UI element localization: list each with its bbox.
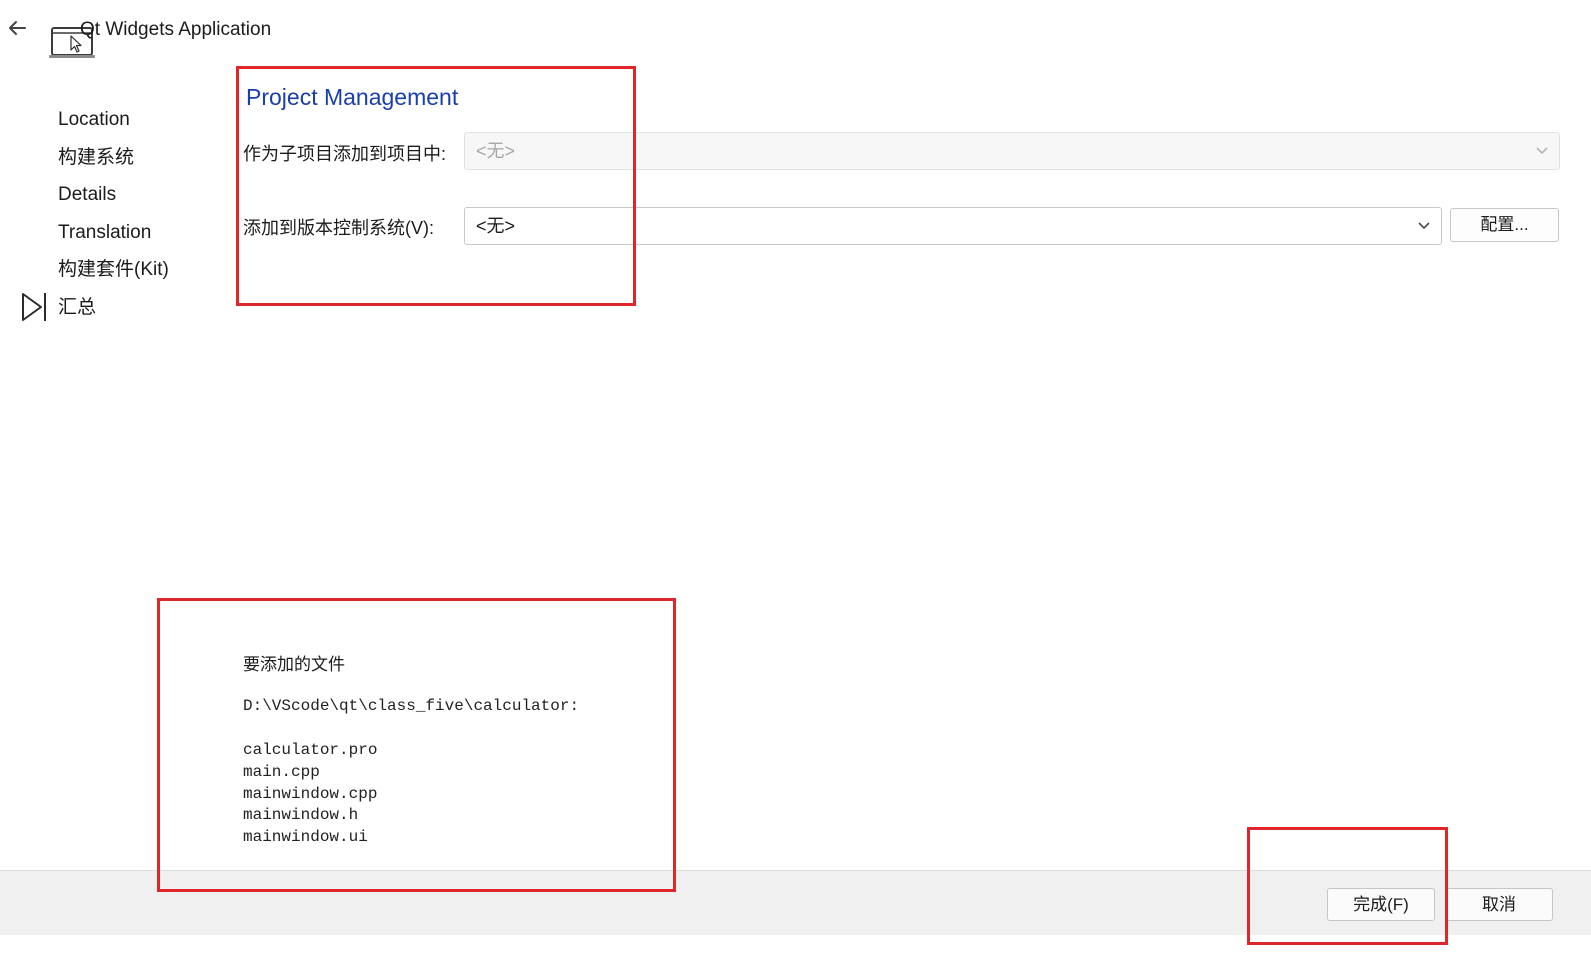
files-heading: 要添加的文件 [243, 655, 345, 674]
chevron-down-icon [1418, 222, 1430, 230]
wizard-steps: Location 构建系统 Details Translation 构建套件(K… [58, 102, 169, 327]
subproject-value: <无> [476, 141, 516, 161]
files-list: calculator.pro main.cpp mainwindow.cpp m… [243, 740, 377, 849]
configure-button[interactable]: 配置... [1450, 208, 1559, 242]
subproject-combo: <无> [464, 132, 1560, 170]
file-item: mainwindow.ui [243, 828, 368, 847]
chevron-down-icon [1536, 147, 1548, 155]
file-item: main.cpp [243, 762, 320, 781]
play-triangle-icon [22, 293, 46, 321]
step-translation[interactable]: Translation [58, 215, 169, 253]
file-item: mainwindow.cpp [243, 784, 378, 803]
step-location[interactable]: Location [58, 102, 169, 140]
annotation-box-files [157, 598, 676, 892]
step-details[interactable]: Details [58, 177, 169, 215]
cancel-button[interactable]: 取消 [1445, 888, 1553, 921]
subproject-label: 作为子项目添加到项目中: [243, 144, 446, 164]
finish-button[interactable]: 完成(F) [1327, 888, 1435, 921]
file-item: mainwindow.h [243, 806, 359, 825]
file-item: calculator.pro [243, 741, 378, 759]
back-button[interactable] [4, 14, 30, 42]
files-directory: D:\VScode\qt\class_five\calculator: [243, 697, 580, 715]
vcs-combo[interactable]: <无> [464, 207, 1442, 245]
vcs-value: <无> [476, 216, 516, 236]
wizard-title: Qt Widgets Application [80, 19, 272, 40]
arrow-left-icon [9, 21, 26, 35]
vcs-label: 添加到版本控制系统(V): [243, 218, 434, 238]
step-kits[interactable]: 构建套件(Kit) [58, 252, 169, 290]
section-title: Project Management [246, 84, 459, 110]
step-build-system[interactable]: 构建系统 [58, 140, 169, 178]
step-summary[interactable]: 汇总 [58, 290, 169, 328]
